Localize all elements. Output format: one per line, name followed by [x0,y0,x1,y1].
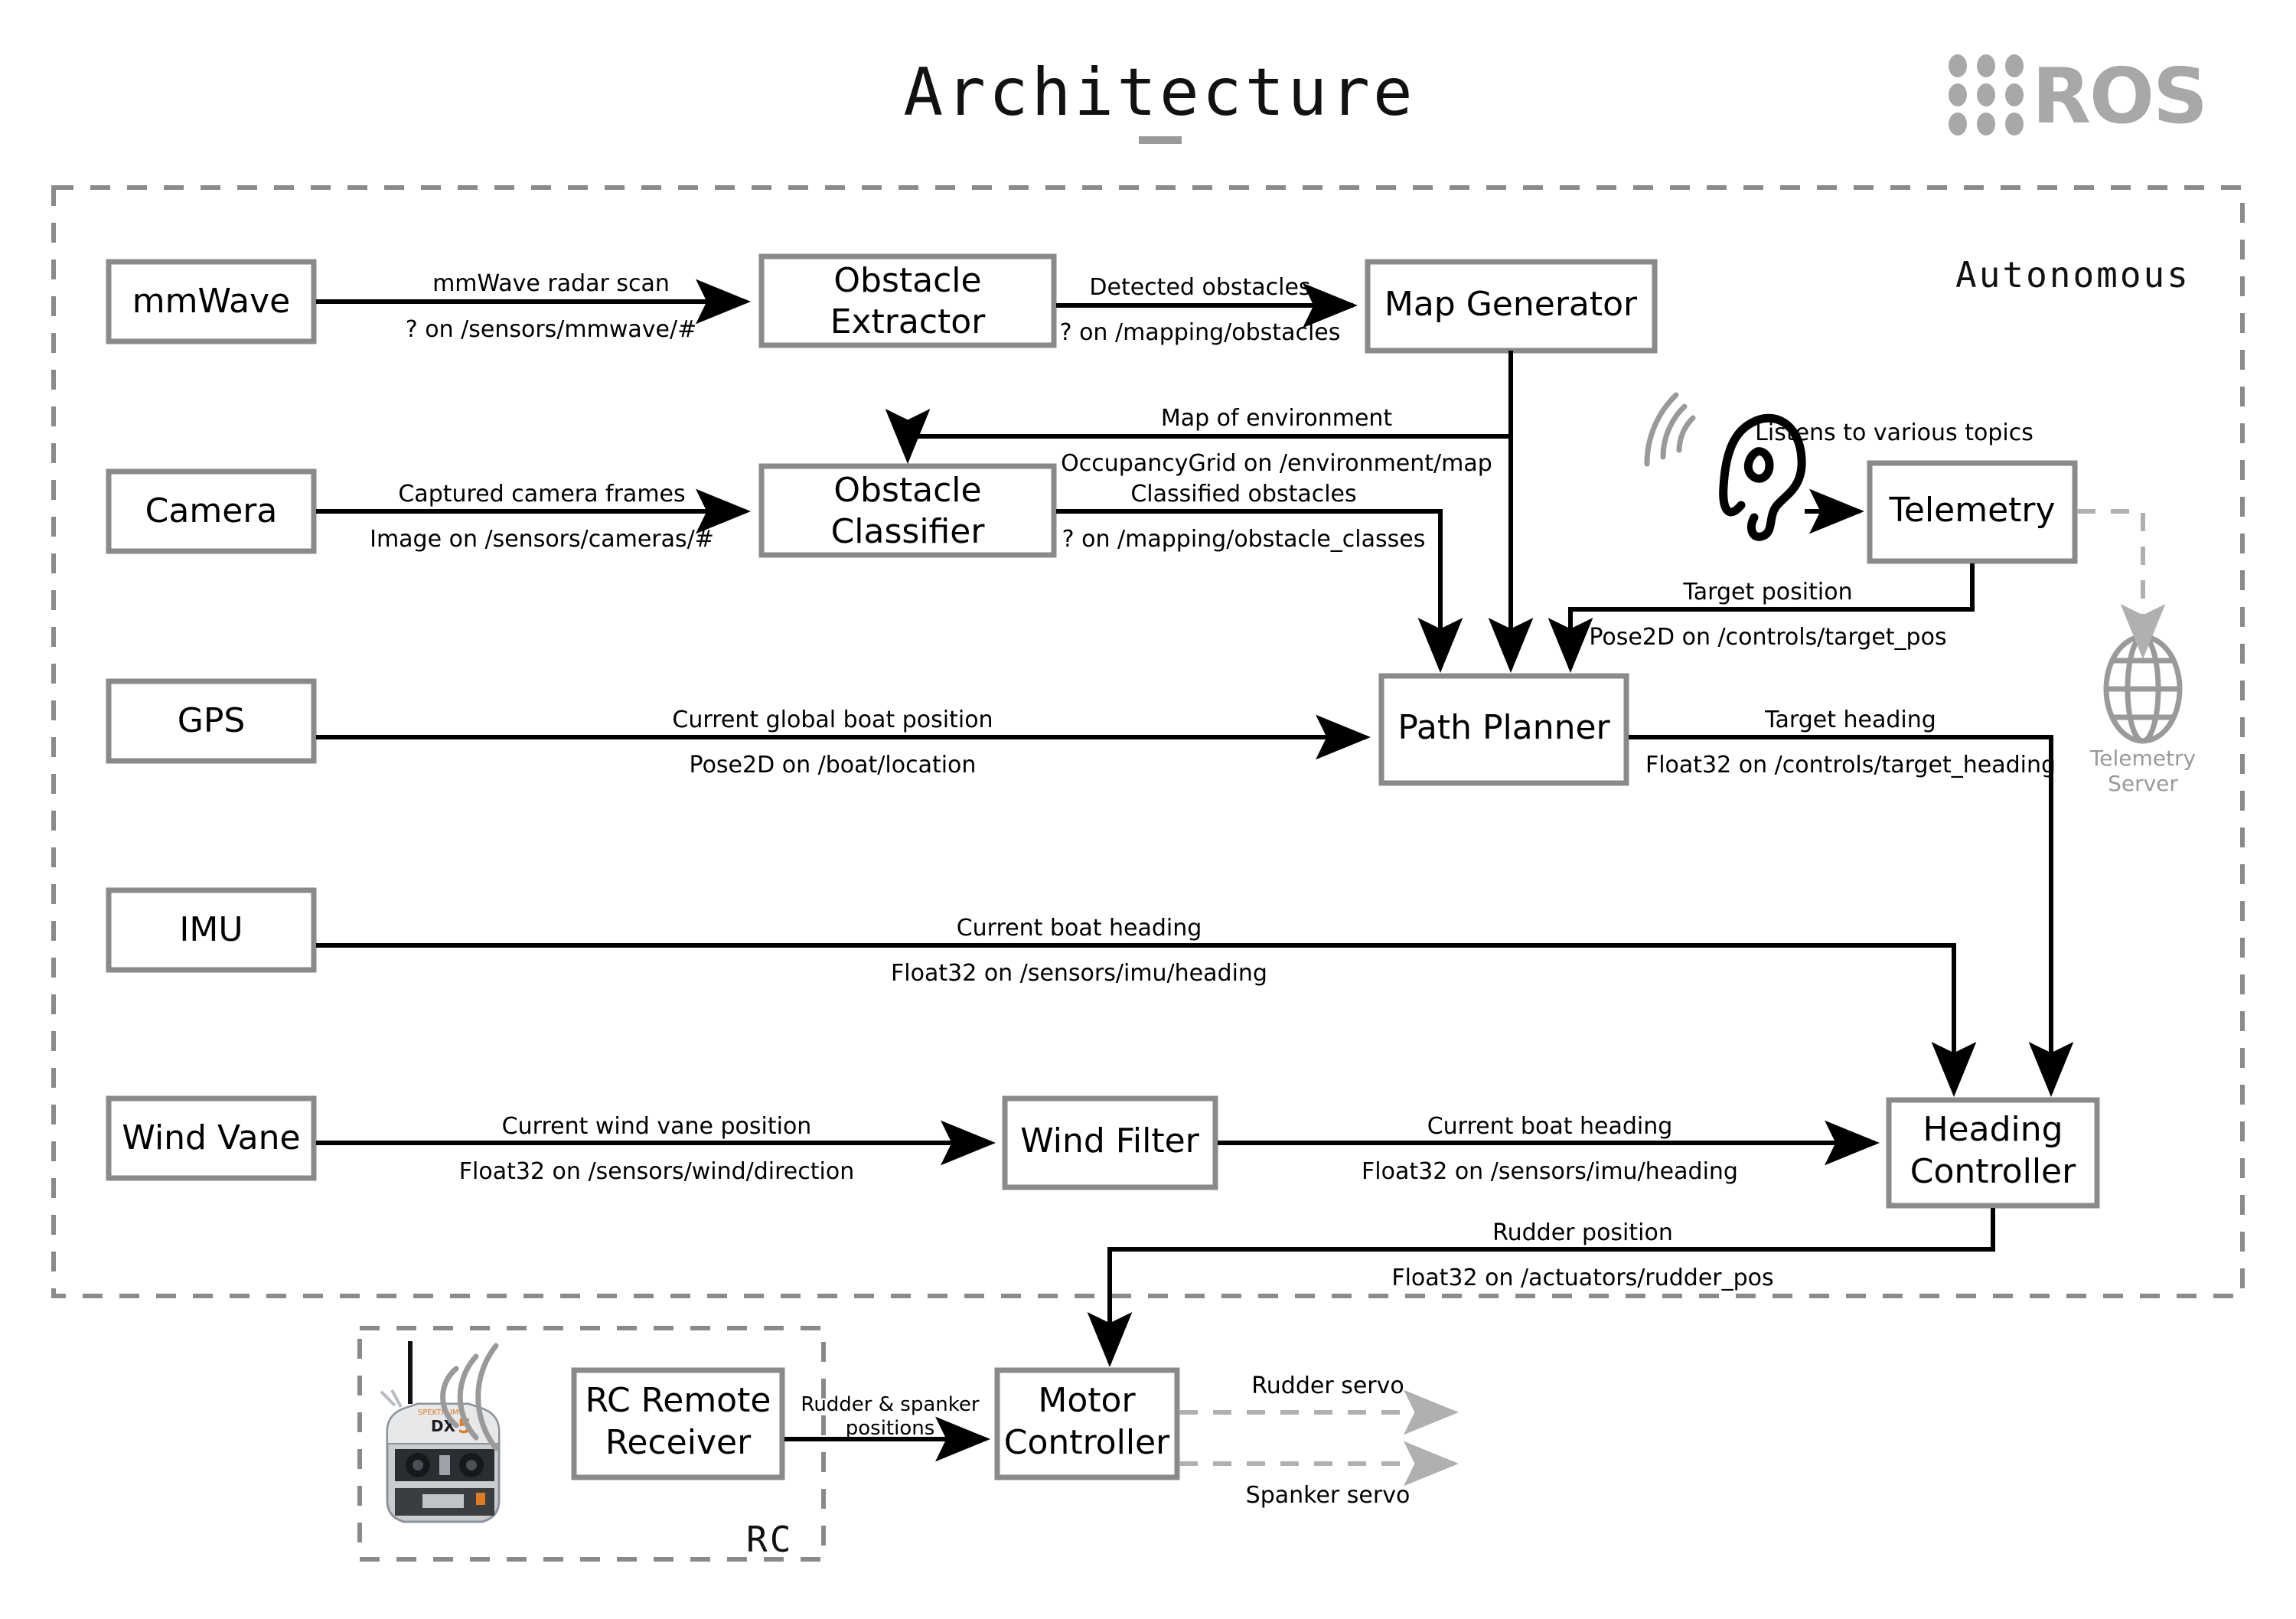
telemetry-server-label-line2: Server [2108,771,2178,796]
node-wind-filter-label: Wind Filter [1020,1121,1199,1160]
node-rc-remote-receiver-line2: Receiver [605,1423,752,1462]
edge-gps-to-planner-label-bottom: Pose2D on /boat/location [690,752,977,778]
edge-motor-spanker-servo-label: Spanker servo [1246,1482,1411,1509]
edge-rcrx-to-motor-label-bottom: positions [846,1417,935,1440]
node-map-generator-label: Map Generator [1384,285,1638,324]
edge-imu-to-heading-label-top: Current boat heading [957,915,1202,942]
telemetry-server-label-line1: Telemetry [2089,746,2196,771]
node-obstacle-extractor-line1: Obstacle [833,261,981,300]
edge-telemetry-to-planner-label-top: Target position [1682,579,1852,605]
node-motor-controller-line2: Controller [1004,1423,1170,1462]
edge-planner-to-heading-label-top: Target heading [1764,707,1936,733]
edge-imu-to-heading-label-bottom: Float32 on /sensors/imu/heading [891,960,1267,987]
edge-telemetry-listen-label: Listens to various topics [1755,419,2033,446]
page-title: Architecture [903,54,1415,131]
edge-motor-rudder-servo-label: Rudder servo [1251,1373,1404,1399]
edge-mmwave-to-extractor-label-top: mmWave radar scan [432,270,670,297]
edge-classifier-to-planner-label-top: Classified obstacles [1130,481,1356,508]
edge-planner-to-heading [1629,735,2074,1097]
node-telemetry-label: Telemetry [1888,491,2055,530]
node-wind-vane-label: Wind Vane [122,1118,300,1157]
node-path-planner-label: Path Planner [1397,708,1610,747]
edge-planner-to-heading-label-bottom: Float32 on /controls/target_heading [1645,752,2056,778]
edge-telemetry-to-planner-label-bottom: Pose2D on /controls/target_pos [1589,624,1946,651]
edge-camera-to-classifier-label-top: Captured camera frames [398,481,685,508]
edge-extractor-to-map-label-top: Detected obstacles [1089,274,1310,301]
edge-map-to-classifier-label-bottom: OccupancyGrid on /environment/map [1061,450,1492,477]
edge-mmwave-to-extractor-label-bottom: ? on /sensors/mmwave/# [406,316,696,343]
edge-extractor-to-map-label-bottom: ? on /mapping/obstacles [1060,319,1341,346]
edge-heading-to-motor-label-bottom: Float32 on /actuators/rudder_pos [1391,1265,1773,1291]
title-underline [1139,136,1182,144]
edge-filter-to-heading-label-top: Current boat heading [1427,1113,1673,1140]
node-mmwave-label: mmWave [132,282,291,321]
edge-rcrx-to-motor-label-top: Rudder & spanker [801,1393,979,1416]
edge-map-to-classifier-label-top: Map of environment [1161,405,1393,432]
edge-classifier-to-planner-label-bottom: ? on /mapping/obstacle_classes [1062,526,1426,553]
edge-windvane-to-filter-label-bottom: Float32 on /sensors/wind/direction [459,1158,854,1185]
node-heading-controller-line2: Controller [1910,1152,2076,1191]
ros-dot-grid-icon [1949,54,2024,135]
node-imu-label: IMU [179,910,243,949]
node-obstacle-classifier-line1: Obstacle [833,471,981,510]
svg-text:SPEKTRUM: SPEKTRUM [418,1408,458,1417]
diagram-canvas: Architecture ROS Autonomous RC mmWave Ca… [0,0,2296,1619]
edge-filter-to-heading-label-bottom: Float32 on /sensors/imu/heading [1362,1158,1738,1185]
edge-heading-to-motor-label-top: Rudder position [1492,1219,1673,1246]
node-obstacle-classifier-line2: Classifier [831,512,986,551]
zone-autonomous-label: Autonomous [1955,254,2190,295]
node-motor-controller-line1: Motor [1038,1381,1136,1420]
node-gps-label: GPS [178,701,246,740]
edge-windvane-to-filter-label-top: Current wind vane position [502,1113,812,1140]
edge-camera-to-classifier-label-bottom: Image on /sensors/cameras/# [370,526,714,553]
architecture-diagram-svg: Architecture ROS Autonomous RC mmWave Ca… [51,51,2245,1562]
ros-logo-text: ROS [2032,51,2206,141]
edge-gps-to-planner-label-top: Current global boat position [672,707,993,733]
radio-waves-icon [1644,392,1696,467]
node-camera-label: Camera [145,491,278,530]
node-rc-remote-receiver-line1: RC Remote [585,1381,771,1420]
zone-rc-label: RC [746,1519,793,1560]
node-obstacle-extractor-line2: Extractor [830,302,987,341]
node-heading-controller-line1: Heading [1923,1110,2063,1149]
edge-telemetry-to-server [2077,509,2166,659]
